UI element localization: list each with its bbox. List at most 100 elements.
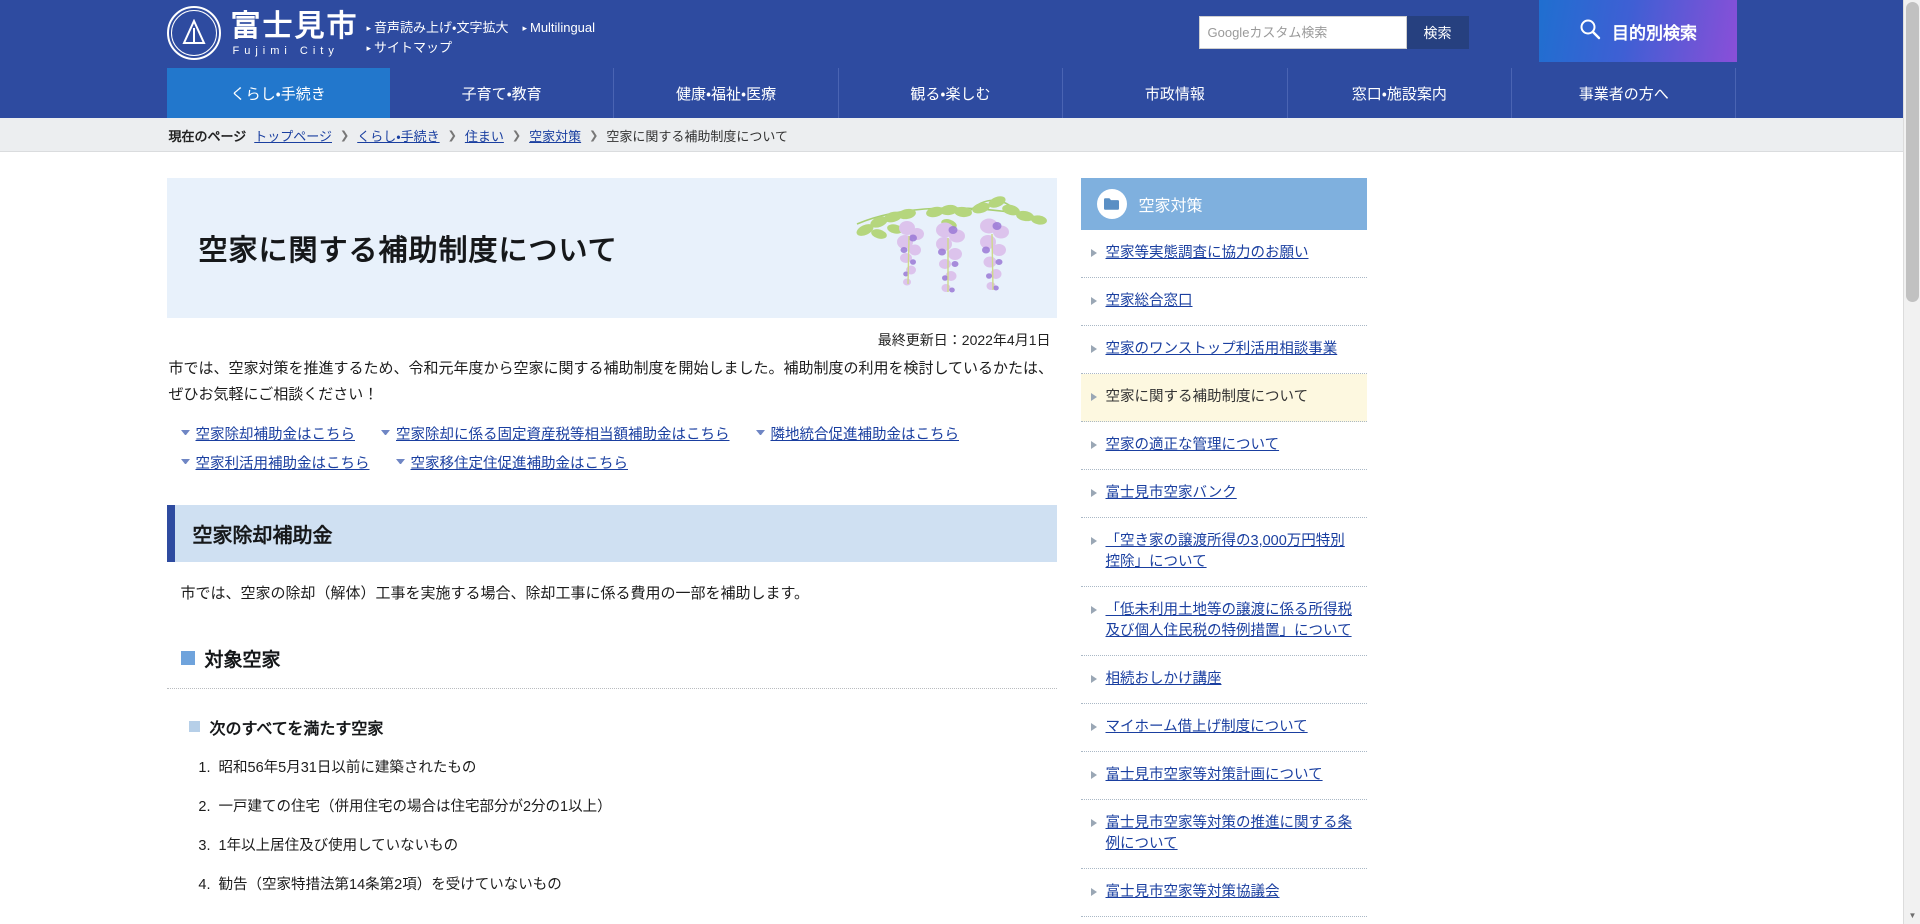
anchor-link-rinchi-togo[interactable]: 隣地統合促進補助金はこちら — [755, 423, 959, 444]
fujimi-city-crest-icon — [166, 6, 221, 60]
nav-label: くらし・手続き — [230, 85, 326, 103]
breadcrumb-separator: ❯ — [340, 129, 350, 142]
sidebar-item-akiya-bank[interactable]: 富士見市空家バンク — [1080, 470, 1367, 519]
anchor-link-ijuu-teijuu[interactable]: 空家移住定住促進補助金はこちら — [395, 452, 629, 473]
anchor-link-jokyaku[interactable]: 空家除却補助金はこちら — [180, 423, 356, 444]
section-paragraph: 市では、空家の除却（解体）工事を実施する場合、除却工事に係る費用の一部を補助しま… — [180, 584, 810, 602]
sidebar-item-jorei[interactable]: 富士見市空家等対策の推進に関する条例について — [1080, 800, 1367, 870]
anchor-link-label: 空家移住定住促進補助金はこちら — [410, 455, 629, 472]
breadcrumb-item-kurashi[interactable]: くらし・手続き — [357, 126, 439, 145]
triangle-right-icon — [1090, 249, 1097, 257]
purpose-search-button[interactable]: 目的別検索 — [1538, 0, 1737, 62]
nav-item-madoguchi[interactable]: 窓口・施設案内 — [1288, 68, 1513, 118]
purpose-search-label: 目的別検索 — [1612, 23, 1697, 43]
logo-title-en: Fujimi City — [232, 44, 339, 57]
util-link-sitemap[interactable]: サイトマップ — [367, 38, 452, 58]
page-viewport: 富士見市 Fujimi City 音声読み上げ・文字拡大 Multilingua… — [0, 0, 1903, 924]
breadcrumb-item-top[interactable]: トップページ — [254, 126, 332, 145]
anchor-link-rikatsuyo[interactable]: 空家利活用補助金はこちら — [180, 452, 370, 473]
nav-label: 健康・福祉・医療 — [675, 85, 777, 103]
sidebar-header: 空家対策 — [1080, 178, 1367, 230]
triangle-right-icon — [1090, 675, 1097, 684]
triangle-right-icon — [1090, 393, 1097, 402]
sidebar-item-label: 富士見市空家等対策の推進に関する条例について — [1105, 815, 1353, 853]
triangle-right-icon — [1090, 297, 1097, 306]
sidebar-item-label: 空家のワンストップ利活用相談事業 — [1105, 341, 1338, 358]
nav-label: 市政情報 — [1144, 85, 1205, 103]
section-heading: 空家除却補助金 — [166, 504, 1057, 562]
anchor-link-group: 空家除却補助金はこちら 空家除却に係る固定資産税等相当額補助金はこちら 隣地統合… — [167, 423, 1057, 473]
nav-label: 子育て・教育 — [461, 85, 542, 103]
conditions-list: 昭和56年5月31日以前に建築されたもの 一戸建ての住宅（併用住宅の場合は住宅部… — [167, 757, 1057, 898]
nav-item-miru[interactable]: 観る・楽しむ — [839, 68, 1064, 118]
logo-title-jp: 富士見市 — [230, 9, 359, 43]
sub-subsection-heading: 次のすべてを満たす空家 — [167, 715, 1057, 739]
sidebar-item-teimiriyo-tochi[interactable]: 「低未利用土地等の譲渡に係る所得税及び個人住民税の特例措置」について — [1080, 587, 1367, 657]
sidebar-item-sozoku-koza[interactable]: 相続おしかけ講座 — [1080, 656, 1367, 705]
scrollbar-thumb[interactable] — [1906, 2, 1919, 302]
sub-subsection-heading-label: 次のすべてを満たす空家 — [209, 720, 384, 738]
chevron-down-icon — [755, 430, 765, 436]
main-content: 空家に関する補助制度について 最終更新日：2022年4月1日 市では、空家対策を… — [166, 178, 1057, 917]
scroll-down-icon[interactable]: ▼ — [1904, 907, 1920, 924]
triangle-right-icon — [1090, 819, 1097, 828]
page-title: 空家に関する補助制度について — [198, 235, 618, 267]
triangle-right-icon — [1090, 771, 1097, 780]
sidebar-item-label: 空家に関する補助制度について — [1105, 389, 1309, 406]
sidebar-item-label: 富士見市空家等対策協議会 — [1105, 884, 1280, 901]
sidebar-item-sogo-madoguchi[interactable]: 空家総合窓口 — [1080, 278, 1367, 327]
sidebar-item-kyogikai[interactable]: 富士見市空家等対策協議会 — [1080, 869, 1367, 918]
sidebar-title: 空家対策 — [1138, 198, 1203, 215]
nav-item-kenko[interactable]: 健康・福祉・医療 — [614, 68, 839, 118]
list-item: 一戸建ての住宅（併用住宅の場合は住宅部分が2分の1以上） — [215, 796, 1057, 819]
sidebar-item-tekisei-kanri[interactable]: 空家の適正な管理について — [1080, 422, 1367, 471]
triangle-right-icon — [1090, 606, 1097, 615]
util-link-multilingual[interactable]: Multilingual — [522, 18, 595, 38]
anchor-link-kotei-shisanzei[interactable]: 空家除却に係る固定資産税等相当額補助金はこちら — [381, 423, 730, 444]
nav-item-jigyosha[interactable]: 事業者の方へ — [1512, 68, 1737, 118]
nav-item-shisei[interactable]: 市政情報 — [1063, 68, 1288, 118]
chevron-down-icon — [395, 459, 405, 465]
sidebar-item-label: 富士見市空家バンク — [1105, 485, 1237, 502]
breadcrumb: 現在のページ トップページ ❯ くらし・手続き ❯ 住まい ❯ 空家対策 ❯ 空… — [167, 118, 1737, 152]
sidebar-item-jittai-chosa[interactable]: 空家等実態調査に協力のお願い — [1080, 230, 1367, 279]
global-navigation: くらし・手続き 子育て・教育 健康・福祉・医療 観る・楽しむ 市政情報 窓口・施… — [0, 68, 1903, 118]
sidebar-item-label: 相続おしかけ講座 — [1105, 671, 1222, 688]
list-item: 昭和56年5月31日以前に建築されたもの — [215, 757, 1057, 780]
sidebar-item-label: 空家の適正な管理について — [1105, 437, 1280, 454]
nav-item-kosodate[interactable]: 子育て・教育 — [390, 68, 615, 118]
chevron-down-icon — [180, 459, 190, 465]
page-layout: 空家に関する補助制度について 最終更新日：2022年4月1日 市では、空家対策を… — [166, 152, 1737, 918]
site-logo[interactable]: 富士見市 Fujimi City — [166, 6, 359, 60]
sidebar-item-label: 「低未利用土地等の譲渡に係る所得税及び個人住民税の特例措置」について — [1105, 602, 1353, 640]
wisteria-flower-illustration — [849, 184, 1049, 317]
sidebar-item-onestop[interactable]: 空家のワンストップ利活用相談事業 — [1080, 326, 1367, 375]
breadcrumb-current: 空家に関する補助制度について — [606, 128, 788, 144]
breadcrumb-item-akiya[interactable]: 空家対策 — [529, 126, 581, 145]
triangle-right-icon — [1090, 888, 1097, 897]
nav-item-kurashi[interactable]: くらし・手続き — [166, 68, 390, 118]
page-scrollbar[interactable]: ▲ ▼ — [1903, 0, 1920, 924]
nav-label: 事業者の方へ — [1578, 85, 1669, 103]
sidebar-item-myhome-kariage[interactable]: マイホーム借上げ制度について — [1080, 704, 1367, 753]
anchor-link-row: 空家除却補助金はこちら 空家除却に係る固定資産税等相当額補助金はこちら 隣地統合… — [180, 423, 1057, 444]
sidebar-item-hojo-seido[interactable]: 空家に関する補助制度について — [1080, 374, 1367, 423]
breadcrumb-label: 現在のページ — [168, 128, 247, 144]
triangle-right-icon — [1090, 537, 1097, 546]
site-search: 検索 — [1198, 16, 1469, 49]
sidebar-list: 空家等実態調査に協力のお願い 空家総合窓口 空家のワンストップ利活用相談事業 空… — [1080, 230, 1367, 918]
anchor-link-row: 空家利活用補助金はこちら 空家移住定住促進補助金はこちら — [180, 452, 1057, 473]
light-square-bullet-icon — [188, 721, 200, 732]
sidebar-item-label: 富士見市空家等対策計画について — [1105, 767, 1323, 784]
search-button[interactable]: 検索 — [1406, 16, 1469, 49]
breadcrumb-item-sumai[interactable]: 住まい — [465, 126, 504, 145]
anchor-link-label: 空家除却補助金はこちら — [195, 426, 356, 443]
triangle-right-icon — [1090, 441, 1097, 450]
sidebar-item-3000man-kojo[interactable]: 「空き家の譲渡所得の3,000万円特別控除」について — [1080, 518, 1367, 588]
search-input[interactable] — [1198, 16, 1407, 49]
breadcrumb-bar: 現在のページ トップページ ❯ くらし・手続き ❯ 住まい ❯ 空家対策 ❯ 空… — [0, 118, 1903, 152]
util-link-accessibility[interactable]: 音声読み上げ・文字拡大 — [367, 18, 508, 38]
page-title-banner: 空家に関する補助制度について — [166, 178, 1057, 318]
triangle-right-icon — [1090, 723, 1097, 732]
sidebar-item-taisaku-keikaku[interactable]: 富士見市空家等対策計画について — [1080, 752, 1367, 801]
